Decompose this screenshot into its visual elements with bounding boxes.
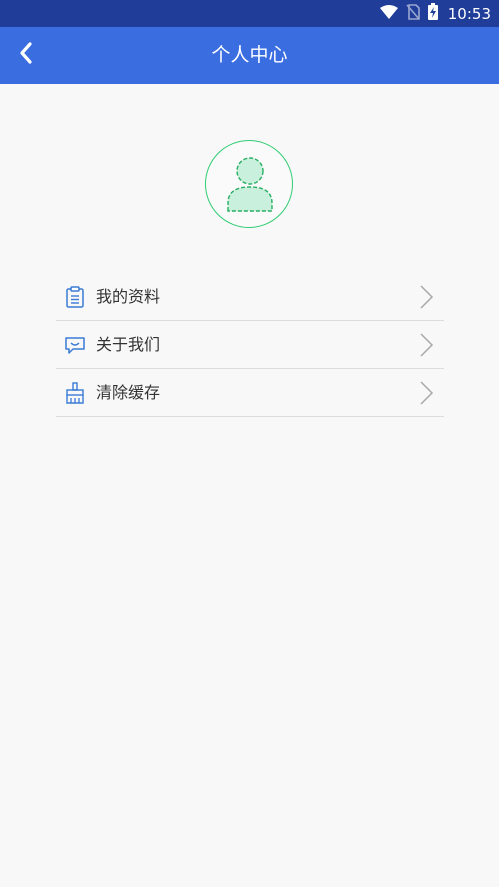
status-icons: 10:53 bbox=[379, 0, 491, 27]
menu-item-about-us[interactable]: 关于我们 bbox=[56, 321, 444, 369]
menu-item-my-profile[interactable]: 我的资料 bbox=[56, 273, 444, 321]
chevron-right-icon bbox=[418, 332, 434, 358]
clipboard-icon bbox=[64, 286, 86, 308]
chevron-right-icon bbox=[418, 380, 434, 406]
back-arrow-icon bbox=[18, 41, 34, 69]
menu-item-label: 关于我们 bbox=[96, 335, 161, 354]
status-bar: 10:53 bbox=[0, 0, 499, 27]
broom-icon bbox=[64, 382, 86, 404]
default-user-avatar-icon bbox=[227, 157, 273, 212]
menu-item-clear-cache[interactable]: 清除缓存 bbox=[56, 369, 444, 417]
chevron-right-icon bbox=[418, 284, 434, 310]
settings-menu: 我的资料 关于我们 清除缓存 bbox=[56, 273, 444, 417]
no-sim-icon bbox=[406, 3, 420, 24]
menu-item-label: 我的资料 bbox=[96, 287, 161, 306]
chat-bubble-icon bbox=[64, 334, 86, 356]
back-button[interactable] bbox=[8, 37, 44, 73]
page-title: 个人中心 bbox=[211, 44, 288, 66]
avatar[interactable] bbox=[205, 140, 293, 228]
menu-item-label: 清除缓存 bbox=[96, 383, 161, 402]
status-time: 10:53 bbox=[447, 4, 491, 23]
battery-charging-icon bbox=[427, 3, 438, 24]
wifi-icon bbox=[379, 4, 398, 23]
app-bar: 个人中心 bbox=[0, 27, 499, 84]
